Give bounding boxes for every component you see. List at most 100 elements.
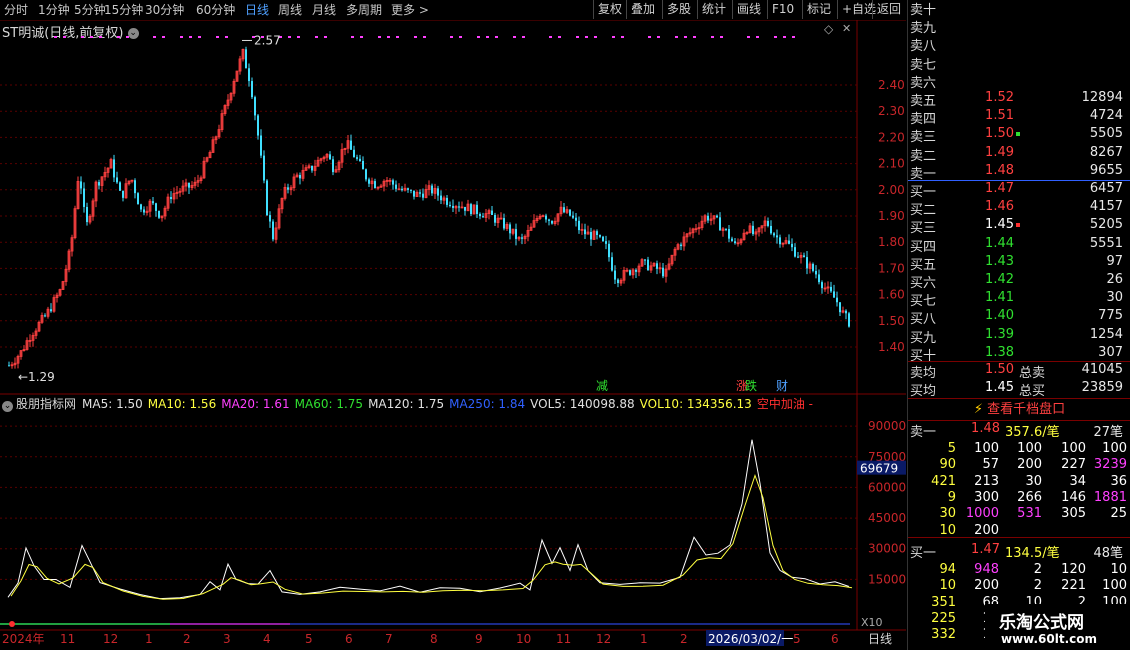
order-book-row[interactable]: 买二 1.46 4157 — [908, 199, 1130, 218]
order-book-row[interactable]: 卖五 1.52 12894 — [908, 90, 1130, 109]
signal-dot — [414, 36, 417, 38]
period-tab-5[interactable]: 60分钟 — [196, 1, 235, 18]
signal-dot — [189, 36, 192, 38]
kline-chart[interactable]: 2.40 2.30 2.20 2.10 2.00 1.90 1.80 1.70 1.60 1.50… — [0, 20, 906, 650]
order-price: 1.39 — [985, 326, 1014, 342]
candle-body — [122, 190, 124, 198]
period-tab-1[interactable]: 1分钟 — [38, 1, 70, 18]
toolbar-button-4[interactable]: 画线 — [732, 0, 765, 19]
order-book-row[interactable]: 卖七 — [908, 54, 1130, 73]
order-book-row[interactable]: 买八 1.40 775 — [908, 308, 1130, 327]
signal-dot — [180, 36, 183, 38]
order-level-label: 卖三 — [910, 130, 937, 146]
candle-body — [818, 274, 820, 283]
indicator-name[interactable]: 股朋指标网 — [16, 397, 76, 411]
order-price: 1.52 — [985, 90, 1014, 105]
order-volume: 26 — [1106, 272, 1123, 287]
candle-body — [83, 188, 85, 207]
period-tab-2[interactable]: 5分钟 — [74, 1, 106, 18]
order-book-row[interactable]: 卖十 — [908, 0, 1130, 18]
period-tab-0[interactable]: 分时 — [4, 1, 28, 18]
date-tick-label: 11 — [60, 632, 75, 646]
candle-body — [119, 182, 121, 191]
candle-body — [788, 240, 790, 244]
period-tab-4[interactable]: 30分钟 — [145, 1, 184, 18]
toolbar-button-6[interactable]: 标记 — [802, 0, 835, 19]
volume-tick-label: 15000 — [868, 572, 906, 586]
period-tab-3[interactable]: 15分钟 — [104, 1, 143, 18]
candle-body — [437, 188, 439, 196]
candle-body — [248, 68, 250, 82]
order-book-row[interactable]: 买四 1.44 5551 — [908, 236, 1130, 255]
indicator-value: VOL5: 140098.88 — [530, 397, 635, 411]
order-level-label: 卖一 — [910, 166, 937, 182]
queue-detail-header: 买一 1.47 134.5/笔 48笔 — [910, 542, 1123, 561]
period-tab-8[interactable]: 月线 — [312, 1, 336, 18]
order-book-row[interactable]: 买六 1.42 26 — [908, 272, 1130, 291]
candle-body — [602, 236, 604, 242]
order-book-row[interactable]: 买七 1.41 30 — [908, 290, 1130, 309]
candle-body — [797, 256, 799, 258]
candle-body — [494, 214, 496, 223]
price-tick-label: 1.70 — [878, 261, 905, 275]
indicator-value: VOL10: 134356.13 — [639, 397, 752, 411]
candle-body — [509, 224, 511, 234]
order-book-row[interactable]: 买九 1.39 1254 — [908, 326, 1130, 346]
order-volume: 5505 — [1089, 126, 1123, 142]
order-book-row[interactable]: 卖四 1.51 4724 — [908, 108, 1130, 127]
candle-body — [410, 189, 412, 191]
candle-body — [815, 270, 817, 275]
order-book-row[interactable]: 卖三 1.50 5505 — [908, 126, 1130, 146]
order-book-row[interactable]: 卖二 1.49 8267 — [908, 144, 1130, 164]
candle-body — [158, 210, 160, 218]
view-depth-button[interactable]: ⚡ 查看千档盘口 — [908, 400, 1130, 420]
order-volume: 775 — [1098, 308, 1123, 324]
date-tick-label: 6 — [831, 632, 839, 646]
order-book-row[interactable]: 卖九 — [908, 17, 1130, 36]
signal-dot — [90, 36, 93, 38]
toolbar-button-8[interactable]: 返回 — [872, 0, 905, 19]
toolbar-button-1[interactable]: 叠加 — [626, 0, 659, 19]
order-book-row[interactable]: 卖六 — [908, 72, 1130, 91]
signal-dot — [675, 36, 678, 38]
price-tick-label: 1.50 — [878, 314, 905, 328]
toolbar-button-5[interactable]: F10 — [767, 0, 798, 19]
candle-body — [563, 207, 565, 213]
high-price-label: 2.57 — [254, 33, 281, 47]
toolbar-button-3[interactable]: 统计 — [697, 0, 730, 19]
order-price: 1.38 — [985, 344, 1014, 360]
order-price: 1.46 — [985, 199, 1014, 215]
order-book-row[interactable]: 买五 1.43 97 — [908, 254, 1130, 273]
indicator-value: MA60: 1.75 — [294, 397, 364, 411]
signal-dot — [378, 36, 381, 38]
signal-dot — [387, 36, 390, 38]
candle-body — [392, 180, 394, 185]
signal-dot — [513, 36, 516, 38]
order-book-row[interactable]: 买三 1.45 5205 — [908, 217, 1130, 236]
candle-body — [332, 159, 334, 173]
order-book-row[interactable]: 卖八 — [908, 35, 1130, 54]
period-tab-7[interactable]: 周线 — [278, 1, 302, 18]
candle-body — [329, 154, 331, 160]
period-tab-6[interactable]: 日线 — [245, 1, 269, 18]
candle-body — [608, 243, 610, 258]
price-tick-label: 1.90 — [878, 209, 905, 223]
signal-dot — [558, 36, 561, 38]
period-tab-9[interactable]: 多周期 — [346, 1, 382, 18]
lightning-icon: ⚡ — [973, 402, 988, 417]
signal-dot — [576, 36, 579, 38]
period-tab-10[interactable]: 更多 > — [391, 1, 429, 18]
candle-body — [578, 220, 580, 231]
candle-body — [635, 269, 637, 272]
bottom-range-bar — [0, 623, 170, 625]
order-book-row[interactable]: 卖一 1.48 9655 — [908, 163, 1130, 182]
order-volume: 8267 — [1089, 144, 1123, 160]
order-level-label: 卖五 — [910, 94, 937, 109]
signal-dot — [459, 36, 462, 38]
order-book-row[interactable]: 买一 1.47 6457 — [908, 181, 1130, 200]
signal-dot — [396, 36, 399, 38]
toolbar-button-0[interactable]: 复权 — [593, 0, 626, 19]
toolbar-button-2[interactable]: 多股 — [662, 0, 695, 19]
chevron-down-icon[interactable]: ⌄ — [2, 401, 13, 412]
volume-marker-label: 69679 — [860, 462, 898, 476]
